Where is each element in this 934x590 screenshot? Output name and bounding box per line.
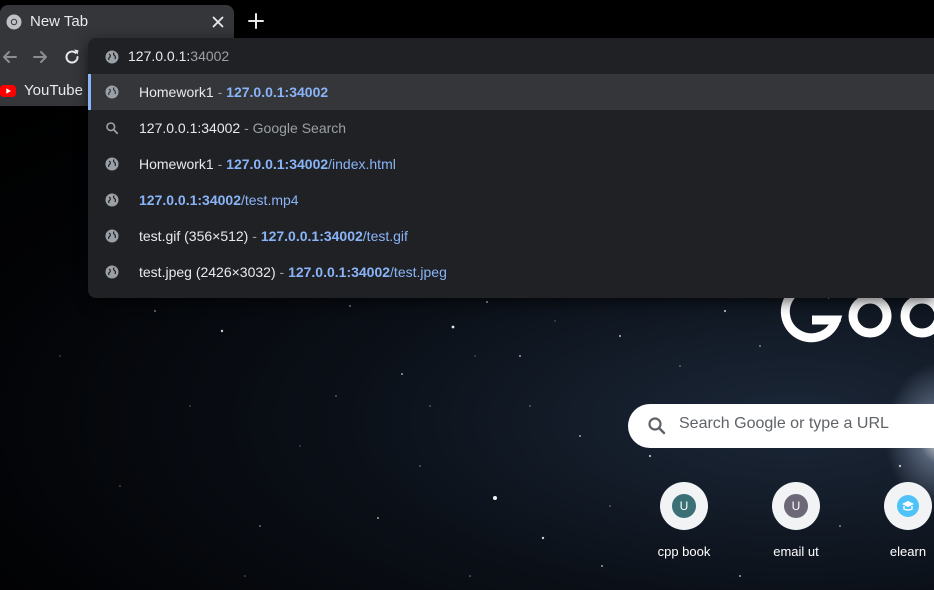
omnibox-input[interactable]: 127.0.0.1:34002 — [88, 38, 934, 74]
tab-title: New Tab — [30, 13, 89, 30]
globe-icon — [105, 85, 119, 99]
close-icon[interactable] — [208, 12, 228, 32]
omnibox-text-port: 34002 — [190, 48, 230, 64]
globe-icon — [105, 229, 119, 243]
globe-icon — [105, 50, 119, 64]
suggestion-text: test.jpeg (2426×3032) - 127.0.0.1:34002/… — [139, 264, 447, 280]
shortcut-label: cpp book — [657, 544, 711, 559]
suggestion-title: test.gif (356×512) — [139, 228, 249, 244]
shortcut-avatar: U — [672, 494, 696, 518]
shortcut-email-ut[interactable]: U email ut — [740, 482, 852, 572]
suggestion-separator: - — [275, 264, 289, 280]
shortcut-cpp-book[interactable]: U cpp book — [628, 482, 740, 572]
search-icon — [648, 417, 666, 435]
plus-icon[interactable] — [245, 10, 267, 32]
omnibox-text-host: 127.0.0.1: — [128, 48, 191, 64]
suggestion-separator: - — [240, 120, 253, 136]
tab-strip: New Tab — [0, 0, 934, 38]
globe-icon — [105, 265, 119, 279]
suggestion-text: 127.0.0.1:34002/test.mp4 — [139, 192, 299, 208]
suggestion-url-path: /test.jpeg — [390, 264, 447, 280]
suggestion-query: 127.0.0.1:34002 — [139, 120, 241, 136]
suggestion-separator: - — [213, 84, 227, 100]
suggestion-text: Homework1 - 127.0.0.1:34002/index.html — [139, 156, 396, 172]
suggestion-title: Homework1 — [139, 156, 214, 172]
omnibox-suggestion[interactable]: Homework1 - 127.0.0.1:34002/index.html — [88, 146, 934, 182]
globe-icon — [105, 193, 119, 207]
suggestion-url: 127.0.0.1:34002/test.gif — [261, 228, 408, 244]
suggestion-text: test.gif (356×512) - 127.0.0.1:34002/tes… — [139, 228, 408, 244]
youtube-icon — [0, 85, 16, 97]
ntp-search-box[interactable]: Search Google or type a URL — [628, 404, 934, 448]
omnibox-popup: 127.0.0.1:34002 Homework1 - 127.0.0.1:34… — [88, 38, 934, 298]
browser-window: New Tab YouTube Search Google or type a … — [0, 0, 934, 590]
suggestion-url-path: /test.gif — [362, 228, 408, 244]
globe-icon — [105, 157, 119, 171]
shortcut-label: elearn — [889, 544, 927, 559]
shortcut-label: email ut — [773, 544, 819, 559]
bookmark-label: YouTube — [24, 82, 83, 99]
tab-new-tab[interactable]: New Tab — [0, 5, 234, 38]
selection-indicator — [88, 74, 91, 110]
shortcut-tile: U — [772, 482, 820, 530]
chrome-icon — [6, 14, 22, 30]
suggestion-url: 127.0.0.1:34002/index.html — [226, 156, 396, 172]
suggestion-url: 127.0.0.1:34002/test.mp4 — [139, 192, 299, 208]
back-arrow-icon[interactable] — [0, 47, 20, 67]
suggestion-url: 127.0.0.1:34002 — [226, 84, 328, 100]
omnibox-suggestion[interactable]: 127.0.0.1:34002 - Google Search — [88, 110, 934, 146]
suggestion-url-host: 127.0.0.1:34002 — [139, 192, 241, 208]
suggestion-provider: Google Search — [252, 120, 347, 136]
shortcut-avatar: U — [784, 494, 808, 518]
reload-icon[interactable] — [62, 47, 82, 67]
shortcut-elearn[interactable]: elearn — [852, 482, 934, 572]
suggestion-url-host: 127.0.0.1:34002 — [288, 264, 391, 280]
shortcut-tile — [884, 482, 932, 530]
ntp-search-placeholder: Search Google or type a URL — [679, 415, 889, 432]
omnibox-suggestion[interactable]: test.gif (356×512) - 127.0.0.1:34002/tes… — [88, 218, 934, 254]
omnibox-suggestion[interactable]: test.jpeg (2426×3032) - 127.0.0.1:34002/… — [88, 254, 934, 290]
shortcut-tile: U — [660, 482, 708, 530]
suggestion-url-path: /test.mp4 — [240, 192, 299, 208]
search-icon — [106, 122, 119, 135]
suggestion-title: test.jpeg (2426×3032) — [139, 264, 276, 280]
suggestion-text: Homework1 - 127.0.0.1:34002 — [139, 84, 328, 100]
suggestion-url: 127.0.0.1:34002/test.jpeg — [288, 264, 447, 280]
suggestion-url-host: 127.0.0.1:34002 — [226, 84, 329, 100]
suggestion-text: 127.0.0.1:34002 - Google Search — [139, 120, 346, 136]
suggestion-url-path: /index.html — [328, 156, 396, 172]
omnibox-text[interactable]: 127.0.0.1:34002 — [128, 48, 229, 64]
suggestion-url-host: 127.0.0.1:34002 — [226, 156, 329, 172]
suggestion-title: Homework1 — [139, 84, 214, 100]
forward-arrow-icon[interactable] — [30, 47, 50, 67]
elearn-icon — [897, 495, 919, 517]
omnibox-suggestion[interactable]: Homework1 - 127.0.0.1:34002 — [88, 74, 934, 110]
suggestion-separator: - — [213, 156, 227, 172]
omnibox-suggestion[interactable]: 127.0.0.1:34002/test.mp4 — [88, 182, 934, 218]
suggestion-separator: - — [248, 228, 261, 244]
suggestion-url-host: 127.0.0.1:34002 — [260, 228, 363, 244]
